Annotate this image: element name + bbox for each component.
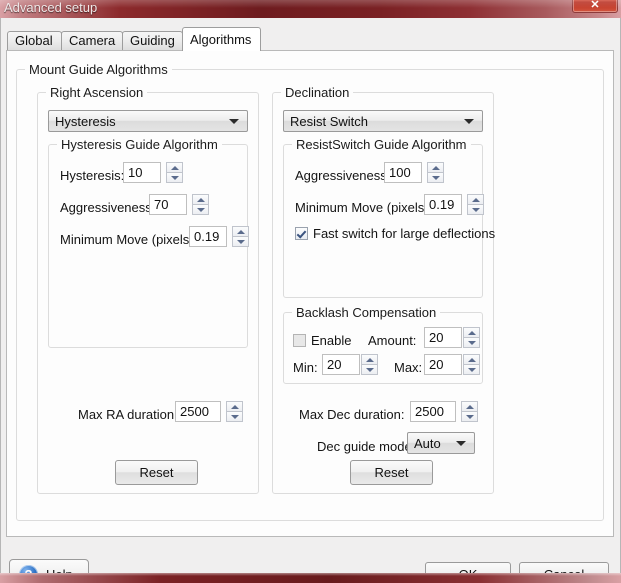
backlash-amount-stepper[interactable] xyxy=(463,327,480,348)
stepper-down-icon[interactable] xyxy=(166,173,183,183)
backlash-min-label: Min: xyxy=(293,360,318,375)
stepper-down-icon[interactable] xyxy=(461,412,478,422)
group-right-ascension: Right Ascension Hysteresis Hysteresis Gu… xyxy=(37,85,259,494)
window-title: Advanced setup xyxy=(4,0,98,15)
max-ra-duration-stepper[interactable] xyxy=(226,401,243,422)
ra-algorithm-value: Hysteresis xyxy=(55,114,116,129)
group-hysteresis-guide-algorithm: Hysteresis Guide Algorithm Hysteresis: A… xyxy=(48,137,249,348)
backlash-amount-input[interactable] xyxy=(424,327,462,348)
ra-minimum-move-stepper[interactable] xyxy=(232,226,249,247)
group-hysteresis-guide-algorithm-label: Hysteresis Guide Algorithm xyxy=(57,137,222,152)
dec-aggressiveness-stepper[interactable] xyxy=(427,162,444,183)
dec-algorithm-select[interactable]: Resist Switch xyxy=(283,110,483,132)
max-dec-duration-stepper[interactable] xyxy=(461,401,478,422)
stepper-up-icon[interactable] xyxy=(192,194,209,205)
ra-aggressiveness-label: Aggressiveness: xyxy=(60,200,156,215)
stepper-up-icon[interactable] xyxy=(463,327,480,338)
max-dec-duration-label: Max Dec duration: xyxy=(299,407,405,422)
tab-guiding[interactable]: Guiding xyxy=(122,31,183,50)
ra-reset-button[interactable]: Reset xyxy=(115,460,198,485)
tab-camera[interactable]: Camera xyxy=(61,31,123,50)
dec-reset-button[interactable]: Reset xyxy=(350,460,433,485)
dec-algorithm-value: Resist Switch xyxy=(290,114,369,129)
backlash-max-label: Max: xyxy=(394,360,423,375)
stepper-up-icon[interactable] xyxy=(166,162,183,173)
stepper-down-icon[interactable] xyxy=(192,205,209,215)
stepper-up-icon[interactable] xyxy=(232,226,249,237)
window-bottom-frame xyxy=(0,573,621,583)
group-resistswitch-guide-algorithm-label: ResistSwitch Guide Algorithm xyxy=(292,137,471,152)
group-declination: Declination Resist Switch ResistSwitch G… xyxy=(272,85,495,494)
backlash-max-input[interactable] xyxy=(424,354,462,375)
group-declination-label: Declination xyxy=(281,85,354,100)
hysteresis-stepper[interactable] xyxy=(166,162,183,183)
chevron-down-icon xyxy=(229,119,239,124)
group-right-ascension-label: Right Ascension xyxy=(46,85,148,100)
hysteresis-label: Hysteresis: xyxy=(60,168,125,183)
dec-minimum-move-input[interactable] xyxy=(424,194,462,215)
group-backlash-compensation-label: Backlash Compensation xyxy=(292,305,441,320)
dec-minimum-move-label: Minimum Move (pixels): xyxy=(295,200,433,215)
client-area: Global Camera Guiding Algorithms Mount G… xyxy=(0,18,621,583)
stepper-up-icon[interactable] xyxy=(361,354,378,365)
tab-algorithms[interactable]: Algorithms xyxy=(182,27,261,51)
close-icon[interactable]: ✕ xyxy=(572,0,618,13)
checkbox-unchecked-icon xyxy=(293,334,306,347)
ra-minimum-move-input[interactable] xyxy=(189,226,227,247)
checkbox-checked-icon xyxy=(295,227,308,240)
hysteresis-input[interactable] xyxy=(123,162,161,183)
group-mount-guide-algorithms-label: Mount Guide Algorithms xyxy=(25,62,172,77)
backlash-min-stepper[interactable] xyxy=(361,354,378,375)
dec-aggressiveness-input[interactable] xyxy=(384,162,422,183)
stepper-down-icon[interactable] xyxy=(463,365,480,375)
tab-page-algorithms: Mount Guide Algorithms Right Ascension H… xyxy=(6,50,614,537)
group-backlash-compensation: Backlash Compensation Enable Amount: Min… xyxy=(283,305,483,384)
stepper-up-icon[interactable] xyxy=(226,401,243,412)
backlash-max-stepper[interactable] xyxy=(463,354,480,375)
dec-guide-mode-label: Dec guide mode: xyxy=(317,439,416,454)
dec-aggressiveness-label: Aggressiveness: xyxy=(295,168,391,183)
tab-global[interactable]: Global xyxy=(7,31,62,50)
max-ra-duration-label: Max RA duration: xyxy=(78,407,178,422)
ra-aggressiveness-input[interactable] xyxy=(149,194,187,215)
max-dec-duration-input[interactable] xyxy=(410,401,456,422)
stepper-down-icon[interactable] xyxy=(427,173,444,183)
chevron-down-icon xyxy=(464,119,474,124)
dec-minimum-move-stepper[interactable] xyxy=(467,194,484,215)
chevron-down-icon xyxy=(456,441,466,446)
advanced-setup-window: Advanced setup ✕ Global Camera Guiding A… xyxy=(0,0,621,583)
backlash-enable-checkbox[interactable]: Enable xyxy=(293,333,351,348)
ra-aggressiveness-stepper[interactable] xyxy=(192,194,209,215)
dec-guide-mode-value: Auto xyxy=(414,436,441,451)
title-bar: Advanced setup ✕ xyxy=(0,0,621,18)
stepper-down-icon[interactable] xyxy=(361,365,378,375)
stepper-down-icon[interactable] xyxy=(232,237,249,247)
fast-switch-label: Fast switch for large deflections xyxy=(313,226,496,241)
max-ra-duration-input[interactable] xyxy=(175,401,221,422)
stepper-down-icon[interactable] xyxy=(467,205,484,215)
group-resistswitch-guide-algorithm: ResistSwitch Guide Algorithm Aggressiven… xyxy=(283,137,495,298)
stepper-up-icon[interactable] xyxy=(467,194,484,205)
backlash-min-input[interactable] xyxy=(322,354,360,375)
stepper-down-icon[interactable] xyxy=(463,338,480,348)
dec-guide-mode-select[interactable]: Auto xyxy=(407,432,475,454)
backlash-enable-label: Enable xyxy=(311,333,352,348)
backlash-amount-label: Amount: xyxy=(368,333,417,348)
stepper-up-icon[interactable] xyxy=(427,162,444,173)
ra-algorithm-select[interactable]: Hysteresis xyxy=(48,110,248,132)
fast-switch-checkbox[interactable]: Fast switch for large deflections xyxy=(295,226,495,241)
group-mount-guide-algorithms: Mount Guide Algorithms Right Ascension H… xyxy=(16,62,604,521)
stepper-down-icon[interactable] xyxy=(226,412,243,422)
stepper-up-icon[interactable] xyxy=(463,354,480,365)
stepper-up-icon[interactable] xyxy=(461,401,478,412)
ra-minimum-move-label: Minimum Move (pixels): xyxy=(60,232,198,247)
